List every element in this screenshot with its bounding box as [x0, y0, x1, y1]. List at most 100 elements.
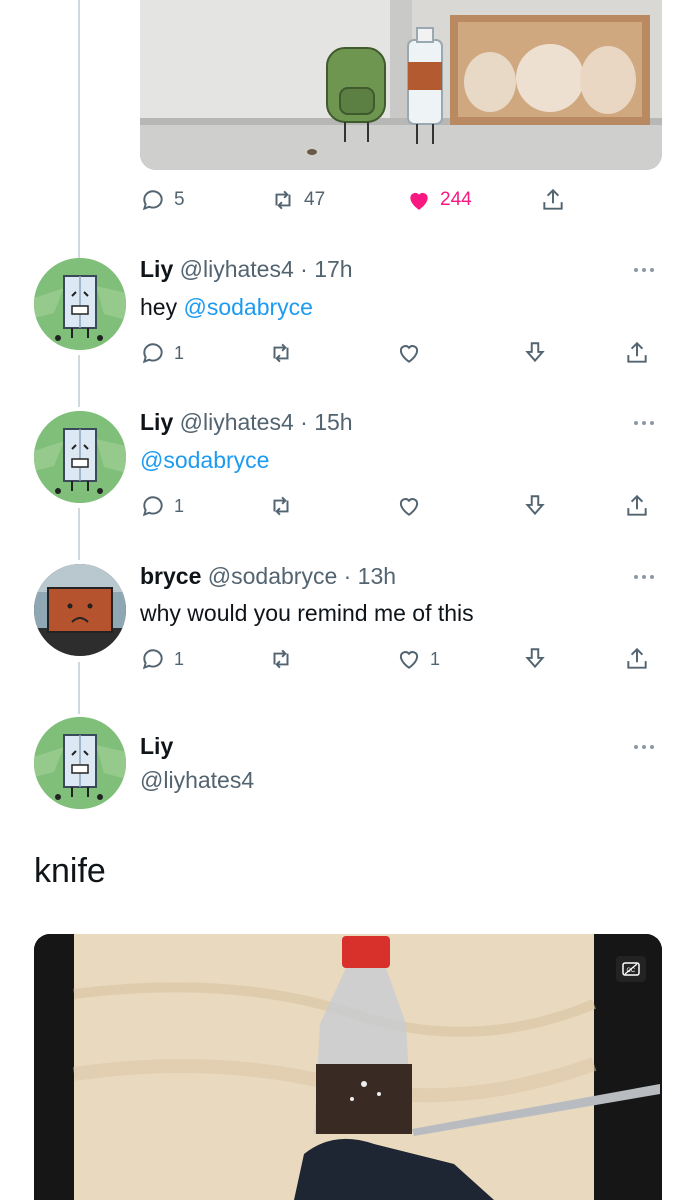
share-button[interactable]: [624, 646, 650, 672]
reply-button[interactable]: 1: [140, 493, 184, 519]
tweet-actions: 1: [140, 493, 660, 523]
more-icon: [634, 575, 638, 579]
tweet-media-image[interactable]: [140, 0, 662, 170]
tweet-text-prefix: hey: [140, 294, 184, 320]
main-tweet-actions: 5 47 244: [140, 185, 580, 219]
user-handle[interactable]: @sodabryce: [208, 563, 337, 589]
tweet-header: bryce @sodabryce · 13h: [140, 563, 396, 590]
tweet-header: Liy @liyhates4 · 15h: [140, 409, 353, 436]
bookmark-icon: [525, 648, 545, 669]
thread-line: [78, 0, 80, 258]
retweet-button[interactable]: [268, 646, 294, 672]
bookmark-button[interactable]: [522, 493, 548, 519]
media-scene: [140, 0, 662, 170]
retweet-icon: [273, 343, 289, 363]
more-button[interactable]: [634, 418, 660, 428]
tweet-timestamp[interactable]: · 17h: [300, 256, 352, 282]
share-icon: [543, 188, 563, 210]
reply-icon: [142, 649, 163, 670]
mention-link[interactable]: @sodabryce: [140, 447, 269, 473]
bookmark-button[interactable]: [522, 646, 548, 672]
tweet-text: why would you remind me of this: [140, 600, 474, 627]
more-button[interactable]: [634, 742, 660, 752]
tweet-actions: 1 1: [140, 646, 660, 676]
retweet-button[interactable]: [268, 493, 294, 519]
tweet-text: @sodabryce: [140, 447, 269, 474]
like-count: 244: [440, 189, 472, 210]
reply-count: 1: [174, 495, 185, 516]
user-handle[interactable]: @liyhates4: [180, 256, 294, 282]
reply-button[interactable]: 5: [140, 187, 185, 213]
more-icon: [634, 421, 638, 425]
tweet-timestamp[interactable]: · 13h: [344, 563, 396, 589]
retweet-icon: [273, 649, 289, 669]
display-name[interactable]: Liy: [140, 733, 173, 759]
share-button[interactable]: [540, 187, 566, 213]
reply-button[interactable]: 1: [140, 340, 184, 366]
avatar-image: [34, 258, 126, 350]
more-button[interactable]: [634, 572, 660, 582]
display-name[interactable]: bryce: [140, 563, 201, 589]
thread-line: [78, 662, 80, 714]
captions-icon: CC: [622, 962, 640, 976]
tweet-text: hey @sodabryce: [140, 294, 313, 321]
bookmark-icon: [525, 495, 545, 516]
share-button[interactable]: [624, 493, 650, 519]
focused-tweet-handle: @liyhates4: [140, 767, 254, 794]
heart-icon: [399, 651, 419, 669]
avatar[interactable]: [34, 258, 126, 350]
reply-count: 1: [174, 342, 185, 363]
thread-line: [78, 508, 80, 560]
avatar-image: [34, 717, 126, 809]
reply-icon: [142, 190, 163, 211]
tweet-text-content: why would you remind me of this: [140, 600, 474, 626]
like-button[interactable]: 1: [396, 646, 440, 672]
svg-text:CC: CC: [627, 968, 636, 974]
retweet-icon: [273, 496, 289, 516]
tweet-header: Liy @liyhates4 · 17h: [140, 256, 353, 283]
like-button[interactable]: [396, 493, 422, 519]
captions-button[interactable]: CC: [616, 956, 646, 982]
bookmark-button[interactable]: [522, 340, 548, 366]
reply-icon: [142, 496, 163, 517]
display-name[interactable]: Liy: [140, 409, 173, 435]
thread-line: [78, 355, 80, 407]
heart-icon: [399, 498, 419, 516]
heart-icon: [399, 345, 419, 363]
retweet-button[interactable]: 47: [270, 187, 325, 213]
retweet-button[interactable]: [268, 340, 294, 366]
user-handle[interactable]: @liyhates4: [140, 767, 254, 793]
user-handle[interactable]: @liyhates4: [180, 409, 294, 435]
avatar-image: [34, 411, 126, 503]
tweet-media-video[interactable]: CC: [34, 934, 662, 1200]
focused-tweet-text: knife: [34, 852, 106, 890]
retweet-icon: [275, 190, 291, 210]
display-name[interactable]: Liy: [140, 256, 173, 282]
reply-count: 1: [174, 648, 185, 669]
tweet-actions: 1: [140, 340, 660, 370]
avatar[interactable]: [34, 411, 126, 503]
like-button[interactable]: [396, 340, 422, 366]
like-button[interactable]: 244: [406, 187, 472, 213]
tweet-timestamp[interactable]: · 15h: [300, 409, 352, 435]
share-icon: [627, 341, 647, 363]
video-frame: [34, 934, 662, 1200]
heart-icon: [410, 192, 428, 210]
share-button[interactable]: [624, 340, 650, 366]
more-icon: [634, 268, 638, 272]
focused-tweet-name: Liy: [140, 733, 173, 760]
retweet-count: 47: [304, 189, 326, 210]
reply-icon: [142, 343, 163, 364]
mention-link[interactable]: @sodabryce: [183, 294, 312, 320]
avatar[interactable]: [34, 717, 126, 809]
bookmark-icon: [525, 342, 545, 363]
more-icon: [634, 745, 638, 749]
avatar-image: [34, 564, 126, 656]
share-icon: [627, 647, 647, 669]
reply-button[interactable]: 1: [140, 646, 184, 672]
reply-count: 5: [174, 189, 185, 210]
like-count: 1: [430, 648, 441, 669]
share-icon: [627, 494, 647, 516]
more-button[interactable]: [634, 265, 660, 275]
avatar[interactable]: [34, 564, 126, 656]
